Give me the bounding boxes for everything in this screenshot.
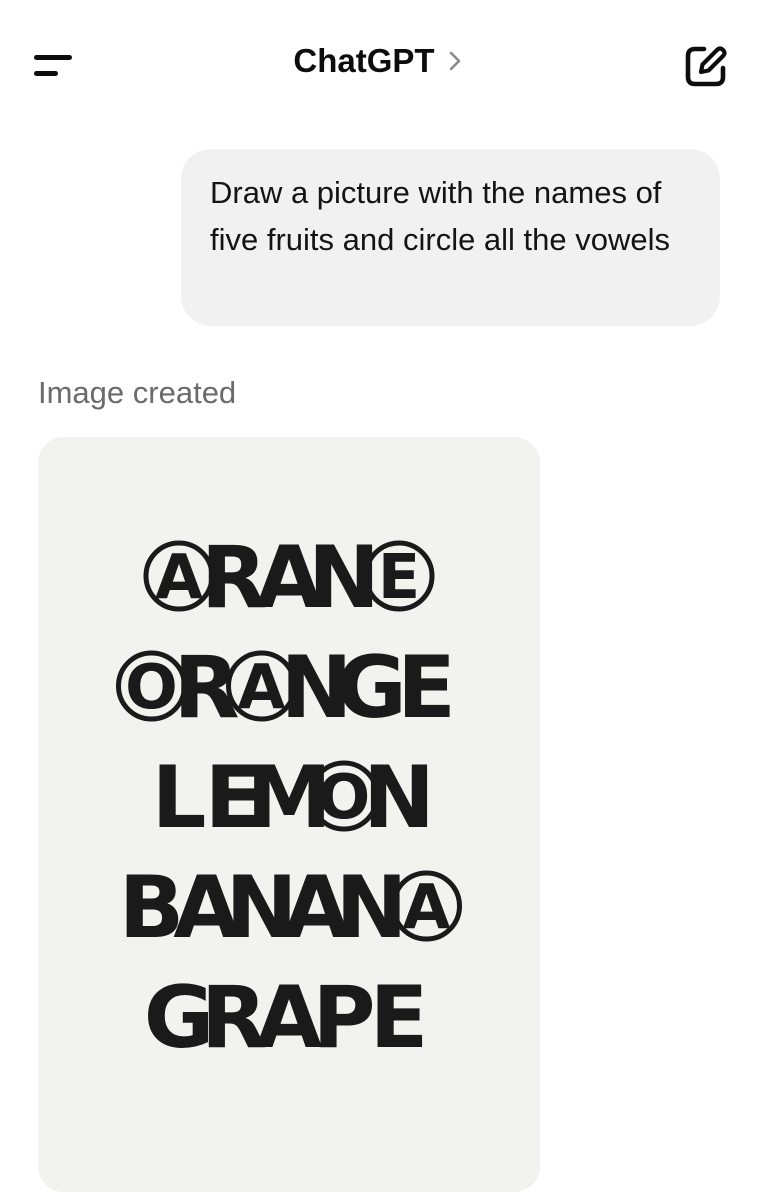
poster-word-orange: ORANGE [116, 638, 456, 738]
circled-letter: A [155, 541, 203, 613]
poster-letter: N [308, 528, 380, 628]
poster-letter: E [370, 968, 429, 1068]
user-message-text: Draw a picture with the names of five fr… [210, 175, 671, 257]
poster-word-lemon: LEMON [152, 748, 435, 848]
generated-image-canvas: ARANEORANGELEMONBANANAGRAPE [38, 437, 540, 1192]
poster-letter: L [152, 748, 207, 848]
poster-word-grape: GRAPE [144, 968, 429, 1068]
poster-word-banana: BANANA [119, 858, 462, 958]
generated-image[interactable]: ARANEORANGELEMONBANANAGRAPE [38, 437, 540, 1192]
image-status-label: Image created [38, 375, 237, 410]
circled-letter: E [378, 541, 420, 613]
poster-letter: N [336, 858, 408, 958]
poster-word-arane: ARANE [143, 528, 435, 628]
poster-letter: E [397, 638, 456, 738]
circled-letter: A [238, 651, 286, 723]
edit-pencil-icon [685, 46, 727, 87]
chevron-right-icon [449, 51, 460, 71]
model-selector-button[interactable]: ChatGPT [293, 42, 464, 80]
circled-letter: A [403, 871, 451, 943]
top-bar: ChatGPT [0, 0, 758, 130]
app-title: ChatGPT [293, 42, 435, 79]
poster-letter: N [363, 748, 435, 848]
poster-letter: P [312, 968, 375, 1068]
circled-letter: O [125, 651, 178, 723]
user-message-bubble: Draw a picture with the names of five fr… [181, 149, 720, 326]
title-container: ChatGPT [0, 42, 758, 80]
new-chat-button[interactable] [680, 40, 732, 92]
